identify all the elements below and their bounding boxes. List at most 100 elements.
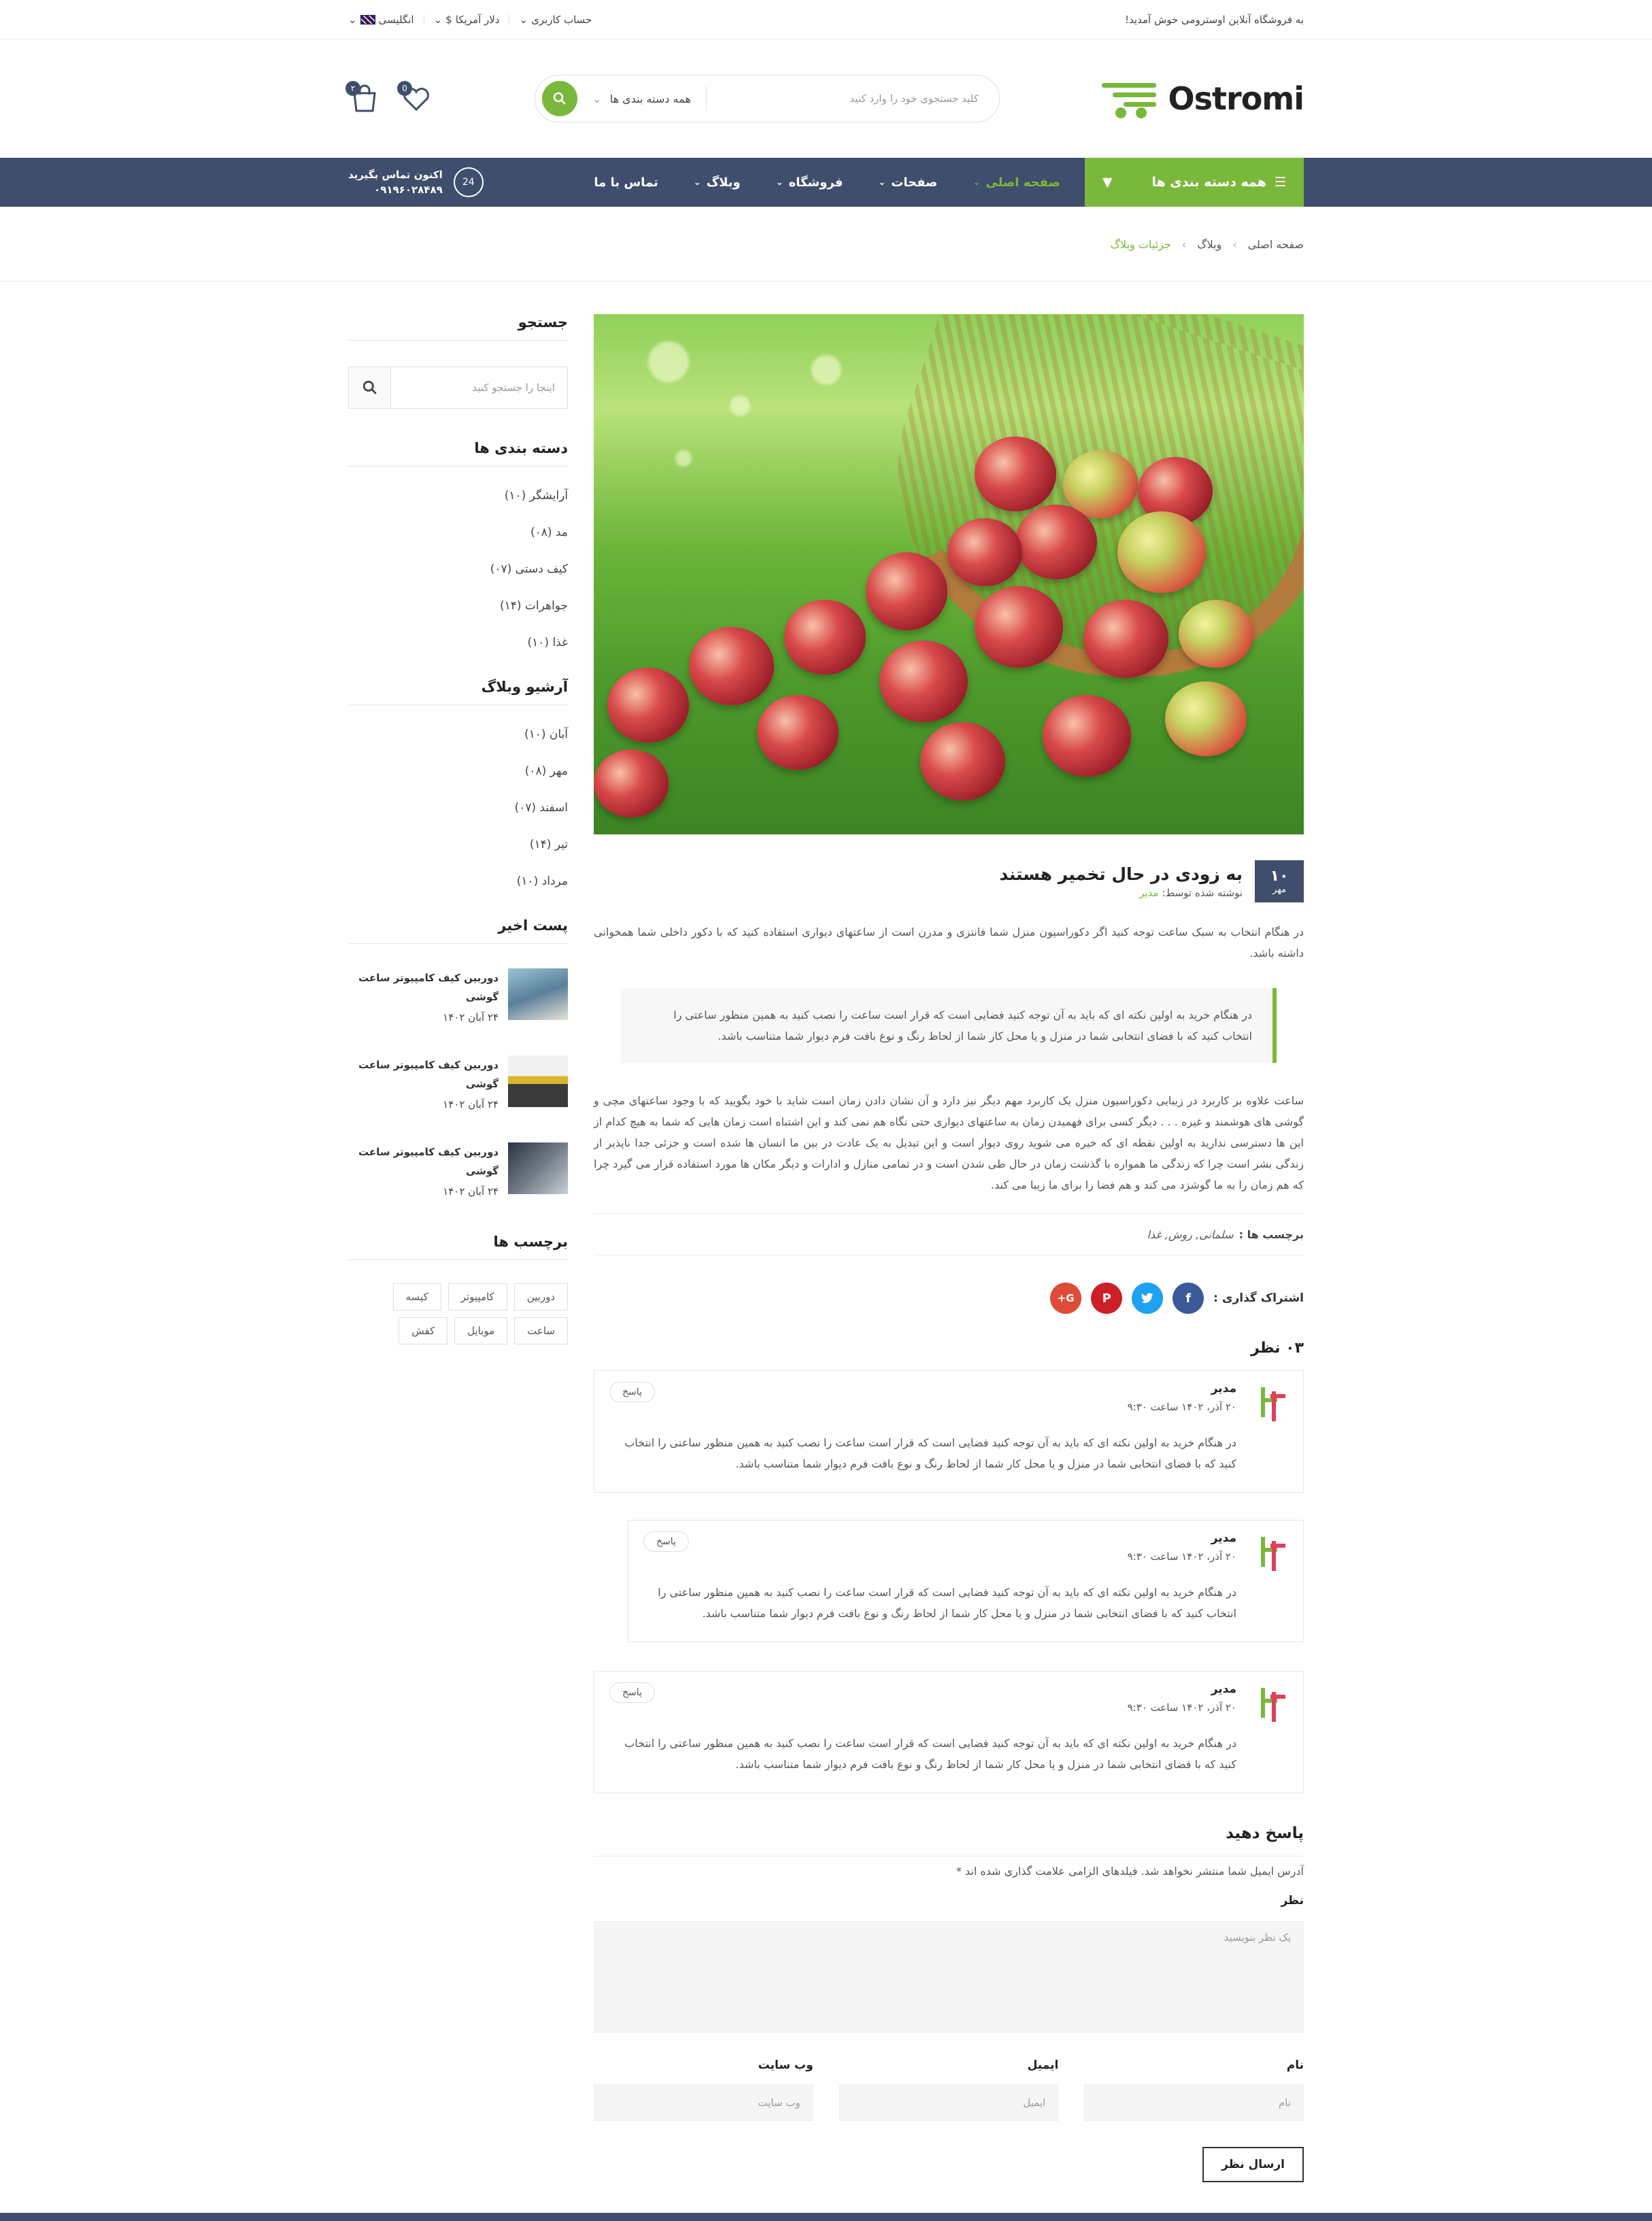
search-icon	[553, 92, 566, 105]
website-label: وب سایت	[758, 2058, 813, 2072]
archive-list: آبان (۱۰) مهر (۰۸) اسفند (۰۷) تیر (۱۴) م…	[348, 716, 568, 900]
account-label: حساب کاربری	[531, 14, 592, 26]
logo[interactable]: Ostromi	[1101, 79, 1304, 118]
nav-item-shop[interactable]: فروشگاه ⌄	[776, 175, 843, 190]
email-field[interactable]: ایمیل	[839, 2084, 1059, 2121]
category-link[interactable]: مد (۰۸)	[348, 514, 568, 551]
recent-post[interactable]: دوربین کیف کامپیوتر ساعت گوشی ۲۴ آبان ۱۴…	[348, 1142, 568, 1202]
wishlist-button[interactable]: 0	[397, 81, 433, 115]
archive-link[interactable]: مرداد (۱۰)	[348, 863, 568, 900]
recent-post-date: ۲۴ آبان ۱۴۰۲	[443, 1185, 499, 1198]
tag-link[interactable]: کامپیوتر	[448, 1283, 507, 1310]
top-links: ⌄ انگلیسی ⌄ $ دلار آمریکا ⌄ حساب کاربری	[348, 14, 592, 26]
breadcrumb: صفحه اصلی › وبلاگ › جزئیات وبلاگ	[0, 207, 1652, 282]
sidebar-search: اینجا را جستجو کنید	[348, 367, 568, 409]
widget-title: دسته بندی ها	[348, 440, 568, 467]
tag-link[interactable]: موبایل	[454, 1317, 508, 1344]
category-link[interactable]: غذا (۱۰)	[348, 624, 568, 661]
comment-date: ۲۰ آذر، ۱۴۰۲ ساعت ۹:۳۰	[1127, 1401, 1236, 1413]
breadcrumb-home[interactable]: صفحه اصلی	[1248, 238, 1304, 251]
search-icon	[363, 380, 377, 394]
archive-link[interactable]: تیر (۱۴)	[348, 826, 568, 863]
tag-link[interactable]: کیسه	[392, 1283, 441, 1310]
tag-cloud: دوربین کامپیوتر کیسه ساعت موبایل کفش	[348, 1283, 568, 1344]
breadcrumb-current: جزئیات وبلاگ	[1110, 237, 1171, 251]
website-field[interactable]: وب سایت	[593, 2084, 813, 2121]
tag-link[interactable]: کفش	[399, 1317, 448, 1344]
name-field[interactable]: نام	[1084, 2084, 1304, 2121]
recent-post-date: ۲۴ آبان ۱۴۰۲	[443, 1098, 499, 1110]
post-date-badge: ۱۰ مهر	[1255, 860, 1304, 902]
cart-logo-icon	[1101, 79, 1162, 118]
chevron-down-icon: ⌄	[348, 14, 357, 26]
wishlist-count-badge: 0	[397, 81, 412, 96]
author-link[interactable]: مدیر	[1139, 887, 1158, 899]
chevron-down-icon: ⌄	[693, 177, 701, 188]
recent-post[interactable]: دوربین کیف کامپیوتر ساعت گوشی ۲۴ آبان ۱۴…	[348, 968, 568, 1028]
form-fields: نام نام ایمیل ایمیل وب سایت وب سایت	[593, 2058, 1304, 2121]
archive-link[interactable]: آبان (۱۰)	[348, 716, 568, 753]
tag-link[interactable]: ساعت	[514, 1317, 568, 1344]
reply-button[interactable]: پاسخ	[643, 1531, 689, 1552]
pinterest-icon[interactable]: P	[1091, 1283, 1123, 1314]
currency-selector[interactable]: ⌄ $ دلار آمریکا	[434, 14, 500, 26]
archive-link[interactable]: اسفند (۰۷)	[348, 790, 568, 826]
chevron-down-icon: ⌄	[878, 177, 886, 188]
chevron-down-icon: ⌄	[775, 177, 783, 188]
post-content: ۱۰ مهر به زودی در حال تخمیر هستند نوشته …	[593, 314, 1304, 2182]
breadcrumb-blog[interactable]: وبلاگ	[1197, 238, 1221, 251]
comment-text: در هنگام خرید به اولین نکته ای که باید ب…	[658, 1586, 1236, 1620]
recent-post-thumbnail	[508, 968, 568, 1020]
category-list: آرایشگر (۱۰) مد (۰۸) کیف دستی (۰۷) جواهر…	[348, 477, 568, 661]
cart-button[interactable]: ۲	[345, 81, 381, 115]
submit-comment-button[interactable]: ارسال نظر	[1202, 2147, 1304, 2182]
reply-button[interactable]: پاسخ	[609, 1682, 655, 1703]
nav-item-contact[interactable]: تماس با ما	[594, 175, 658, 190]
share-bar: اشتراک گذاری : f P G+	[594, 1283, 1304, 1314]
comment-text: در هنگام خرید به اولین نکته ای که باید ب…	[624, 1436, 1236, 1470]
comment: مدیر ۲۰ آذر، ۱۴۰۲ ساعت ۹:۳۰ پاسخ در هنگا…	[594, 1370, 1304, 1493]
phone-number[interactable]: ۰۹۱۹۶۰۲۸۴۸۹	[348, 182, 443, 197]
all-categories-button[interactable]: ☰ همه دسته بندی ها ▼	[1085, 158, 1304, 207]
nav-item-pages[interactable]: صفحات ⌄	[878, 175, 937, 190]
sidebar: جستجو اینجا را جستجو کنید دسته بندی ها آ…	[348, 314, 568, 2182]
sidebar-search-button[interactable]	[349, 367, 391, 408]
recent-post-thumbnail	[508, 1142, 568, 1194]
nav-item-home[interactable]: صفحه اصلی ⌄	[973, 175, 1060, 190]
category-link[interactable]: جواهرات (۱۴)	[348, 588, 568, 624]
language-selector[interactable]: ⌄ انگلیسی	[348, 14, 414, 26]
currency-symbol: $	[445, 14, 452, 26]
chevron-left-icon: ›	[1181, 237, 1187, 251]
chevron-down-icon: ⌄	[519, 14, 528, 26]
recent-post[interactable]: دوربین کیف کامپیوتر ساعت گوشی ۲۴ آبان ۱۴…	[348, 1055, 568, 1115]
category-link[interactable]: آرایشگر (۱۰)	[348, 477, 568, 514]
comment-author: مدیر	[1211, 1382, 1236, 1395]
twitter-icon[interactable]	[1132, 1283, 1164, 1314]
post-title: به زودی در حال تخمیر هستند	[999, 864, 1243, 884]
main-nav: ☰ همه دسته بندی ها ▼ صفحه اصلی ⌄ صفحات ⌄ ف…	[0, 158, 1652, 207]
header-icons: ۲ 0	[345, 81, 433, 115]
post-paragraph: در هنگام انتخاب به سبک ساعت توجه کنید اگ…	[594, 926, 1304, 960]
tag-link[interactable]: دوربین	[513, 1283, 568, 1310]
search-button[interactable]	[541, 81, 577, 116]
comment-textarea[interactable]: یک نظر بنویسید	[594, 1921, 1304, 2033]
facebook-icon[interactable]: f	[1173, 1283, 1204, 1314]
contact-label: اکنون تماس بگیرید	[348, 169, 443, 181]
cart-count-badge: ۲	[345, 81, 360, 96]
reply-button[interactable]: پاسخ	[609, 1382, 655, 1402]
nav-item-blog[interactable]: وبلاگ ⌄	[694, 175, 741, 190]
post-tag-links[interactable]: سلمانی, روش, غذا	[1147, 1228, 1233, 1241]
widget-title: جستجو	[348, 314, 568, 341]
recent-post-date: ۲۴ آبان ۱۴۰۲	[443, 1011, 499, 1023]
avatar	[1250, 1682, 1288, 1722]
category-link[interactable]: کیف دستی (۰۷)	[348, 551, 568, 588]
account-menu[interactable]: ⌄ حساب کاربری	[519, 14, 592, 26]
category-select[interactable]: همه دسته بندی ها ⌄	[577, 86, 707, 112]
search-input[interactable]: کلید جستجوی خود را وارد کنید	[707, 92, 994, 105]
name-label: نام	[1286, 2058, 1304, 2072]
menu-icon: ☰	[1274, 175, 1286, 190]
archive-link[interactable]: مهر (۰۸)	[348, 753, 568, 790]
widget-title: برچسب ها	[348, 1234, 568, 1260]
sidebar-search-input[interactable]: اینجا را جستجو کنید	[391, 367, 567, 408]
google-plus-icon[interactable]: G+	[1050, 1283, 1082, 1314]
